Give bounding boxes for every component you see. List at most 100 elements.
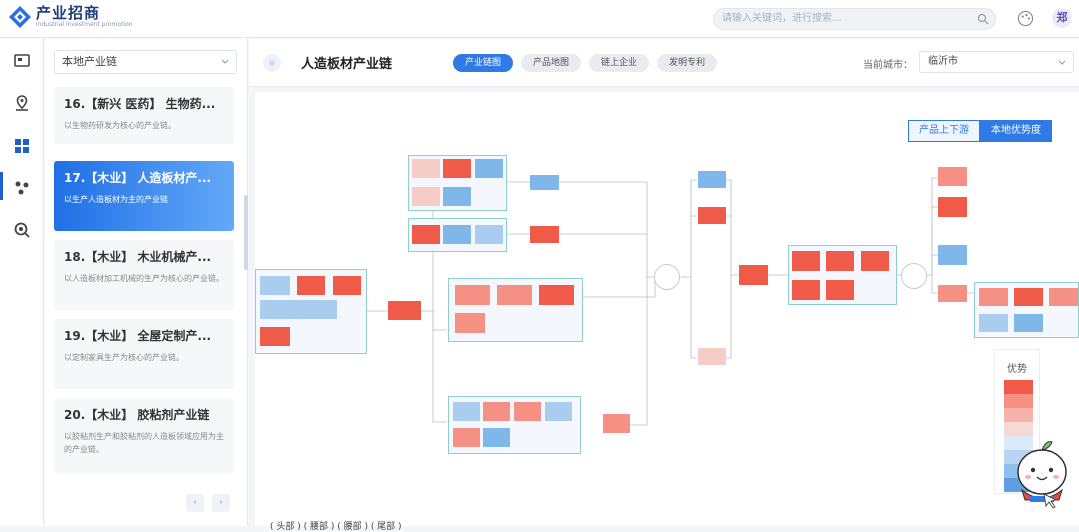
chain-node[interactable] [388, 301, 421, 320]
chain-node[interactable] [453, 428, 480, 447]
location-icon[interactable] [12, 93, 32, 113]
tab-patents[interactable]: 发明专利 [657, 54, 717, 72]
list-item[interactable]: 18.【木业】 木业机械产... 以人造板材加工机械的生产为核心的产业链。 [54, 240, 234, 310]
chain-node[interactable] [530, 226, 559, 243]
list-item-desc: 以生产人造板材为主的产业链 [64, 195, 168, 204]
legend-swatch [1004, 394, 1033, 408]
chain-node[interactable] [260, 276, 290, 295]
city-value: 临沂市 [928, 56, 958, 67]
app-subtitle: industrial investment promotion [36, 21, 133, 28]
chevron-down-icon [1058, 60, 1066, 65]
chevron-down-icon [221, 59, 229, 64]
list-item[interactable]: 20.【木业】 胶粘剂产业链 以胶粘剂生产和胶粘剂的人造板领域应用为主的产业链。 [54, 398, 234, 474]
list-item-title: 16.【新兴 医药】 生物药... [64, 97, 216, 111]
chain-node[interactable] [861, 251, 889, 271]
chain-node[interactable] [739, 265, 768, 285]
chain-node[interactable] [475, 225, 503, 244]
app-name: 产业招商 [36, 4, 101, 22]
list-item[interactable]: 16.【新兴 医药】 生物药... 以生物药研发为核心的产业链。 [54, 87, 234, 144]
chain-type-select[interactable]: 本地产业链 [54, 50, 237, 74]
list-item-title: 17.【木业】 人造板材产... [64, 171, 212, 185]
list-item-active[interactable]: 17.【木业】 人造板材产... 以生产人造板材为主的产业链 [54, 161, 234, 231]
chain-node[interactable] [412, 187, 440, 206]
chain-node[interactable] [514, 402, 541, 421]
chain-node[interactable] [483, 402, 510, 421]
chain-logo-icon [263, 54, 281, 72]
list-item[interactable]: 19.【木业】 全屋定制产... 以定制家具生产为核心的产业链。 [54, 319, 234, 389]
analysis-search-icon[interactable] [12, 220, 32, 240]
chain-node[interactable] [260, 300, 337, 319]
logo-icon [9, 6, 31, 28]
tab-chain-map[interactable]: 产业链图 [453, 54, 513, 72]
chain-node[interactable] [539, 285, 574, 305]
list-item-desc: 以人造板材加工机械的生产为核心的产业链。 [64, 274, 224, 283]
chain-node[interactable] [297, 276, 325, 295]
main-header: 人造板材产业链 产业链图 产品地图 链上企业 发明专利 当前城市： 临沂市 [249, 39, 1079, 87]
chain-node[interactable] [938, 245, 967, 265]
next-page-button[interactable]: › [212, 494, 230, 512]
chain-node[interactable] [443, 225, 471, 244]
cluster-icon[interactable] [12, 178, 32, 198]
industry-chain-icon[interactable] [12, 136, 32, 156]
chain-type-value: 本地产业链 [62, 55, 117, 68]
nav-active-indicator [0, 172, 3, 200]
dashboard-icon[interactable] [12, 51, 32, 71]
chain-node[interactable] [412, 159, 440, 178]
logo[interactable]: 产业招商 industrial investment promotion [8, 5, 133, 29]
list-item-desc: 以定制家具生产为核心的产业链。 [64, 353, 184, 362]
theme-palette-icon[interactable] [1017, 10, 1034, 27]
chain-node[interactable] [455, 313, 485, 333]
search-input[interactable]: 请输入关键词，进行搜索... [713, 8, 996, 30]
list-item-title: 18.【木业】 木业机械产... [64, 250, 212, 264]
chain-node[interactable] [792, 280, 820, 300]
chain-node[interactable] [938, 197, 967, 217]
legend-swatch [1004, 408, 1033, 422]
chain-node[interactable] [938, 167, 967, 186]
city-select[interactable]: 临沂市 [919, 51, 1074, 73]
chain-node[interactable] [979, 314, 1008, 332]
list-scrollbar[interactable] [244, 195, 248, 270]
list-item-desc: 以生物药研发为核心的产业链。 [64, 121, 176, 130]
tab-chain-companies[interactable]: 链上企业 [589, 54, 649, 72]
list-item-desc: 以胶粘剂生产和胶粘剂的人造板领域应用为主的产业链。 [64, 432, 224, 454]
tab-product-map[interactable]: 产品地图 [521, 54, 581, 72]
chain-node[interactable] [260, 327, 290, 346]
chain-node[interactable] [483, 428, 510, 447]
chain-node[interactable] [453, 402, 480, 421]
chain-node[interactable] [792, 251, 820, 271]
search-placeholder: 请输入关键词，进行搜索... [722, 13, 842, 24]
chain-node[interactable] [698, 171, 726, 188]
chain-node[interactable] [826, 251, 854, 271]
chain-node[interactable] [333, 276, 361, 295]
chain-diagram-canvas[interactable]: 产品上下游 本地优势度 优势 [255, 92, 1079, 526]
chain-node[interactable] [530, 175, 559, 190]
chain-node[interactable] [938, 285, 967, 302]
chain-node[interactable] [698, 207, 726, 224]
chain-node[interactable] [979, 288, 1008, 306]
city-label: 当前城市： [863, 60, 913, 71]
chain-node[interactable] [1049, 288, 1078, 306]
chain-node[interactable] [412, 225, 440, 244]
list-item-title: 20.【木业】 胶粘剂产业链 [64, 408, 210, 422]
chain-list-panel: 本地产业链 16.【新兴 医药】 生物药... 以生物药研发为核心的产业链。 1… [45, 39, 248, 526]
chain-node[interactable] [1014, 314, 1043, 332]
avatar[interactable]: 郑 [1052, 8, 1072, 28]
chain-junction-node[interactable] [654, 264, 680, 290]
search-icon[interactable] [977, 13, 989, 25]
chain-node[interactable] [1014, 288, 1043, 306]
chain-node[interactable] [698, 348, 726, 365]
top-bar: 产业招商 industrial investment promotion 请输入… [0, 0, 1079, 38]
chain-node[interactable] [603, 414, 630, 433]
chain-node[interactable] [443, 187, 471, 206]
prev-page-button[interactable]: ‹ [186, 494, 204, 512]
chain-node[interactable] [545, 402, 572, 421]
chain-junction-node[interactable] [901, 263, 927, 289]
list-item-title: 19.【木业】 全屋定制产... [64, 329, 212, 343]
chain-node[interactable] [475, 159, 503, 178]
assistant-mascot-icon[interactable] [1012, 432, 1072, 510]
legend-swatch [1004, 380, 1033, 394]
chain-node[interactable] [455, 285, 490, 305]
chain-node[interactable] [443, 159, 471, 178]
chain-node[interactable] [497, 285, 532, 305]
chain-node[interactable] [826, 280, 854, 300]
